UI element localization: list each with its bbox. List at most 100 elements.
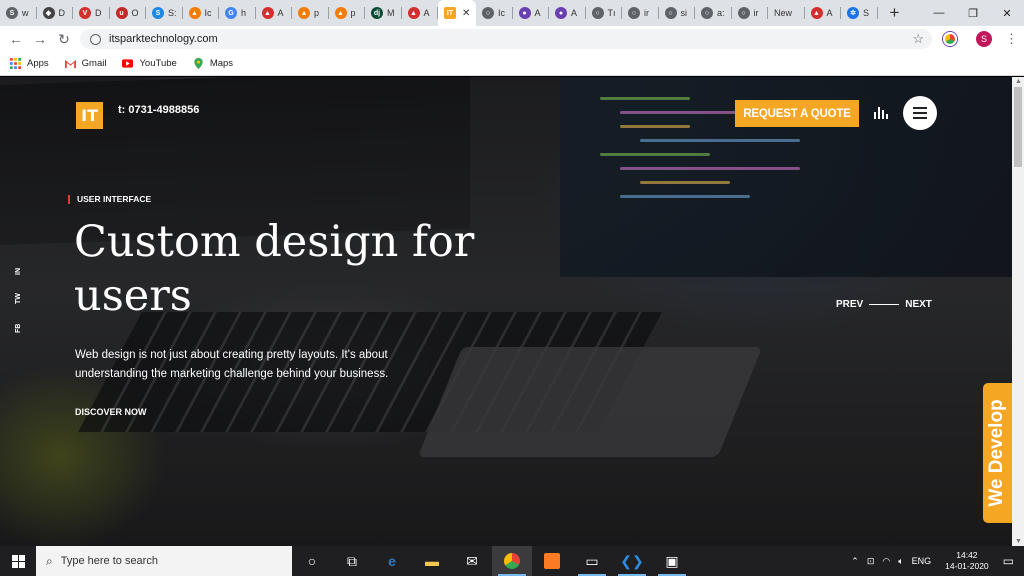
mail-icon[interactable]: ✉ bbox=[452, 546, 492, 576]
browser-tab[interactable]: ▲ p bbox=[292, 0, 329, 26]
maps-icon bbox=[194, 58, 203, 69]
social-link-tw[interactable]: TW bbox=[15, 293, 22, 304]
slider-divider bbox=[869, 304, 900, 305]
tab-title: D bbox=[95, 8, 102, 18]
tab-close-icon[interactable]: ✕ bbox=[462, 8, 470, 19]
tab-favicon-icon: ◆ bbox=[42, 7, 55, 19]
bookmark-apps[interactable]: Apps bbox=[10, 58, 49, 69]
browser-menu-icon[interactable]: ⋮ bbox=[1005, 31, 1018, 47]
browser-tab[interactable]: dj M bbox=[365, 0, 402, 26]
browser-tab[interactable]: ● A bbox=[513, 0, 550, 26]
tab-title: ir bbox=[753, 8, 759, 18]
reload-icon[interactable]: ↻ bbox=[52, 27, 76, 51]
tab-favicon-icon: u bbox=[115, 7, 128, 19]
bookmark-label: Gmail bbox=[81, 58, 107, 69]
restore-button[interactable]: ❐ bbox=[956, 0, 990, 26]
bookmark-maps[interactable]: Maps bbox=[193, 58, 233, 69]
site-logo[interactable]: IT bbox=[76, 102, 103, 129]
tab-title: a: bbox=[717, 8, 725, 18]
browser-tab[interactable]: S S: bbox=[146, 0, 183, 26]
menu-hamburger-icon[interactable] bbox=[903, 96, 937, 130]
browser-tab[interactable]: ○ a: bbox=[695, 0, 732, 26]
scrollbar-thumb[interactable] bbox=[1014, 87, 1022, 167]
cortana-icon[interactable]: ○ bbox=[292, 546, 332, 576]
wifi-icon[interactable]: ◠ bbox=[882, 556, 890, 567]
close-window-button[interactable]: ✕ bbox=[990, 0, 1024, 26]
chrome-icon[interactable] bbox=[492, 546, 532, 576]
browser-tab[interactable]: ▲ A bbox=[402, 0, 439, 26]
scroll-down-icon[interactable]: ▼ bbox=[1015, 538, 1022, 545]
request-quote-button[interactable]: REQUEST A QUOTE bbox=[735, 100, 859, 127]
new-tab-button[interactable]: + bbox=[882, 0, 908, 26]
tab-title: ir bbox=[644, 8, 649, 18]
browser-tab[interactable]: ○ Tı bbox=[586, 0, 623, 26]
browser-tab[interactable]: ○ ir bbox=[622, 0, 659, 26]
scroll-up-icon[interactable]: ▲ bbox=[1015, 78, 1022, 85]
browser-tab[interactable]: New bbox=[768, 0, 805, 26]
tab-title: p bbox=[314, 8, 320, 18]
tab-title: w bbox=[22, 8, 29, 18]
bookmark-gmail[interactable]: Gmail bbox=[64, 58, 107, 69]
browser-tab[interactable]: ▲ p bbox=[329, 0, 366, 26]
back-icon[interactable]: ← bbox=[4, 27, 28, 51]
we-develop-side-tab[interactable]: We Develop bbox=[983, 383, 1012, 523]
extension-icon[interactable] bbox=[943, 32, 957, 46]
browser-tab[interactable]: ○ ir bbox=[732, 0, 769, 26]
tab-favicon-icon: IT bbox=[444, 7, 456, 19]
clock-date: 14-01-2020 bbox=[945, 561, 989, 571]
photos-icon[interactable]: ▣ bbox=[652, 546, 692, 576]
terminal-icon[interactable]: ▭ bbox=[572, 546, 612, 576]
tab-title: O bbox=[131, 8, 139, 18]
browser-tab[interactable]: ▲ Ic bbox=[183, 0, 220, 26]
bookmark-youtube[interactable]: YouTube bbox=[122, 58, 177, 69]
forward-icon[interactable]: → bbox=[28, 27, 52, 51]
notifications-icon[interactable]: ▭ bbox=[1003, 554, 1014, 568]
browser-tab[interactable]: ◆ D bbox=[37, 0, 74, 26]
bookmark-label: Maps bbox=[209, 58, 234, 69]
tab-title: Ic bbox=[498, 8, 506, 18]
bookmark-star-icon[interactable]: ☆ bbox=[912, 31, 924, 47]
browser-tab[interactable]: VD bbox=[73, 0, 110, 26]
browser-tab[interactable]: ○ si bbox=[659, 0, 696, 26]
xampp-icon[interactable] bbox=[532, 546, 572, 576]
slide-category: USER INTERFACE bbox=[68, 195, 151, 204]
edge-icon[interactable]: e bbox=[372, 546, 412, 576]
tab-title: A bbox=[826, 8, 833, 18]
social-link-fb[interactable]: FB bbox=[15, 324, 22, 333]
browser-tab[interactable]: ○ Ic bbox=[476, 0, 513, 26]
task-view-icon[interactable]: ⧉ bbox=[332, 546, 372, 576]
start-button[interactable] bbox=[0, 546, 36, 576]
tab-favicon-icon: ○ bbox=[482, 7, 494, 19]
browser-tab[interactable]: ● A bbox=[549, 0, 586, 26]
social-link-in[interactable]: IN bbox=[15, 268, 22, 275]
vscode-icon[interactable]: ❮❯ bbox=[612, 546, 652, 576]
bar-chart-icon[interactable] bbox=[874, 107, 888, 119]
discover-now-link[interactable]: DISCOVER NOW bbox=[75, 407, 147, 417]
network-icon[interactable]: ⊡ bbox=[867, 556, 875, 567]
address-bar[interactable]: itsparktechnology.com ☆ bbox=[80, 29, 932, 49]
tab-favicon-icon: S bbox=[6, 7, 18, 19]
tab-title: A bbox=[277, 8, 284, 18]
tab-title: p bbox=[350, 8, 356, 18]
profile-avatar[interactable]: S bbox=[976, 31, 992, 47]
browser-tab[interactable]: Sw bbox=[0, 0, 37, 26]
taskbar-search[interactable]: ⌕ Type here to search bbox=[36, 546, 292, 576]
browser-tab[interactable]: ▲ A bbox=[805, 0, 842, 26]
browser-tab[interactable]: ▲ A bbox=[256, 0, 293, 26]
next-button[interactable]: NEXT bbox=[905, 299, 932, 310]
browser-tab[interactable]: uO bbox=[110, 0, 147, 26]
file-explorer-icon[interactable]: ▬ bbox=[412, 546, 452, 576]
tab-title: si bbox=[680, 8, 688, 18]
browser-tab[interactable]: ✲ S bbox=[841, 0, 878, 26]
tab-favicon-icon: G bbox=[225, 7, 237, 19]
browser-tab-active[interactable]: IT ✕ bbox=[438, 0, 476, 26]
bookmarks-bar: Apps Gmail YouTube Maps bbox=[0, 52, 1024, 76]
language-indicator[interactable]: ENG bbox=[912, 556, 932, 566]
browser-tab[interactable]: Gh bbox=[219, 0, 256, 26]
minimize-button[interactable]: — bbox=[922, 0, 956, 26]
show-hidden-icons-icon[interactable]: ⌃ bbox=[851, 556, 859, 567]
page-scrollbar[interactable]: ▲ ▼ bbox=[1012, 77, 1024, 546]
clock[interactable]: 14:42 14-01-2020 bbox=[945, 550, 988, 572]
prev-button[interactable]: PREV bbox=[836, 299, 863, 310]
volume-icon[interactable]: 🔈︎ bbox=[898, 556, 903, 567]
